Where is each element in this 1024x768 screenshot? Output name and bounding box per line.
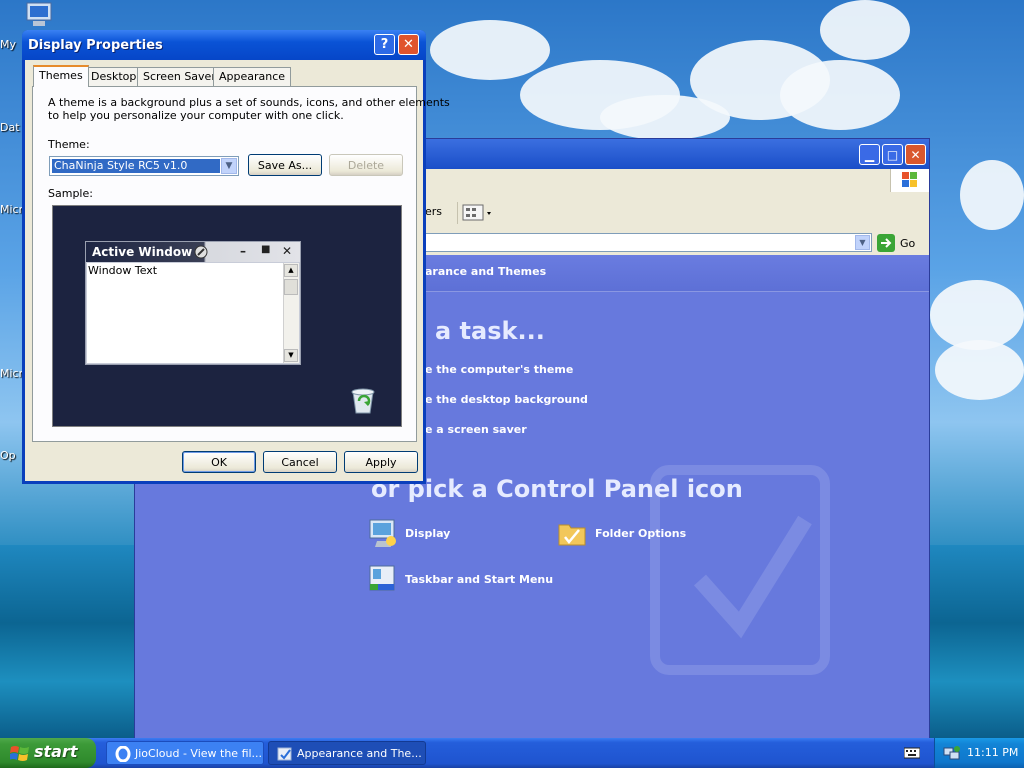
close-button[interactable]: ✕ [398,34,419,55]
cp-icon-folder-options[interactable]: Folder Options [557,517,737,551]
theme-description-line2: to help you personalize your computer wi… [48,109,344,122]
desktop-icon-label: My [0,38,17,51]
taskbar-item-jiocloud[interactable]: JioCloud - View the fil... [106,741,264,765]
cloud [780,60,900,130]
theme-description-line1: A theme is a background plus a set of so… [48,96,450,109]
theme-sample-preview: Active Window – ■ ✕ Window Text ▲ ▼ [52,205,402,427]
scroll-up-icon: ▲ [284,264,298,277]
recycle-bin-icon [351,388,375,414]
themes-tab-panel: A theme is a background plus a set of so… [32,86,450,442]
cp-icon-label: Display [405,527,451,540]
clock[interactable]: 11:11 PM [967,746,1018,759]
taskbar-item-label: JioCloud - View the fil... [135,747,263,760]
go-label: Go [900,237,916,250]
go-arrow-icon [877,234,895,252]
ok-button[interactable]: OK [182,451,256,473]
chevron-down-icon[interactable]: ▼ [221,158,237,174]
cp-icon-label: Taskbar and Start Menu [405,573,554,586]
desktop-icon-my-computer[interactable]: My [0,2,52,51]
folders-button-label[interactable]: ers [425,205,442,218]
pick-icon-heading: or pick a Control Panel icon [371,475,743,503]
network-icon[interactable] [943,745,961,761]
tab-desktop[interactable]: Desktop [85,67,143,86]
cp-icon-label: Folder Options [595,527,687,540]
views-icon [462,204,491,221]
sample-window-body: Window Text [87,263,283,363]
tab-themes[interactable]: Themes [33,65,89,87]
toolbar-separator [457,202,458,224]
sample-scrollbar: ▲ ▼ [283,263,299,363]
tab-appearance[interactable]: Appearance [213,67,292,86]
sample-window-titlebar: Active Window – ■ ✕ [86,242,300,262]
desktop-icon-label: Op [0,449,16,462]
cloud [960,160,1024,230]
taskbar-item-label: Appearance and The... [297,747,422,760]
minimize-icon: – [240,244,246,258]
taskbar-icon [369,565,395,591]
save-as-button[interactable]: Save As... [248,154,322,176]
desktop-icon-microsoft-1[interactable]: Micr [0,203,23,216]
cp-icon-taskbar-start-menu[interactable]: Taskbar and Start Menu [367,563,567,597]
help-button[interactable]: ? [374,34,395,55]
desktop-icon-label: Micr [0,203,24,216]
maximize-button[interactable]: □ [882,144,903,165]
task-link-desktop-background[interactable]: e the desktop background [425,393,588,406]
desktop-icon-data[interactable]: Dat [0,121,20,134]
system-tray: 11:11 PM [934,738,1024,768]
theme-select[interactable]: ChaNinja Style RC5 v1.0 ▼ [49,156,239,176]
scroll-thumb [284,279,298,295]
cloud [820,0,910,60]
minimize-button[interactable]: ▁ [859,144,880,165]
computer-icon [24,2,54,28]
start-label: start [34,742,78,761]
windows-logo-icon [890,169,929,192]
cloud [935,340,1024,400]
pick-task-heading: a task... [435,317,545,345]
theme-label: Theme: [48,138,90,151]
dialog-title: Display Properties [28,38,163,53]
close-button[interactable]: ✕ [905,144,926,165]
go-button[interactable]: Go [877,233,923,253]
chevron-down-icon[interactable]: ▼ [855,235,870,250]
maximize-icon: ■ [261,244,271,255]
display-icon [369,519,396,547]
desktop-icon-microsoft-2[interactable]: Micr [0,367,23,380]
delete-button[interactable]: Delete [329,154,403,176]
start-button[interactable]: start [0,738,96,768]
dialog-titlebar[interactable]: Display Properties ? ✕ [22,30,426,60]
opera-icon [115,746,131,762]
category-title: arance and Themes [425,265,547,278]
cancel-button[interactable]: Cancel [263,451,337,473]
cloud [430,20,550,80]
views-button[interactable] [461,203,495,223]
close-icon: ✕ [282,244,293,258]
sample-label: Sample: [48,187,93,200]
keyboard-icon[interactable] [904,746,920,760]
sample-window-text: Window Text [88,264,158,277]
desktop-icon-opera[interactable]: Op [0,449,16,462]
control-panel-icon [277,747,292,761]
theme-select-value: ChaNinja Style RC5 v1.0 [52,159,220,173]
task-link-screen-saver[interactable]: e a screen saver [425,423,527,436]
desktop-icon-label: Dat [0,121,20,134]
scroll-down-icon: ▼ [284,349,298,362]
apply-button[interactable]: Apply [344,451,418,473]
help-icon [194,245,208,259]
display-properties-dialog: Display Properties ? ✕ Themes Desktop Sc… [22,30,450,484]
task-link-change-theme[interactable]: e the computer's theme [425,363,573,376]
cp-icon-display[interactable]: Display [367,517,527,551]
windows-logo-icon [10,746,29,761]
folder-options-icon [558,524,586,546]
taskbar-item-appearance-themes[interactable]: Appearance and The... [268,741,426,765]
sample-window-title: Active Window [92,245,193,259]
tab-screen-saver[interactable]: Screen Saver [137,67,222,86]
taskbar: start JioCloud - View the fil... Appeara… [0,738,1024,768]
sample-window: Active Window – ■ ✕ Window Text ▲ ▼ [85,241,301,365]
desktop-icon-label: Micr [0,367,24,380]
